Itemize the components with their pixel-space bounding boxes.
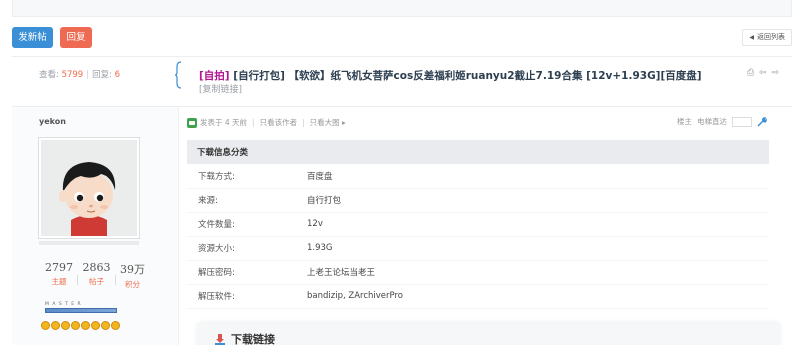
replies-count: 6 [114,70,121,80]
table-row: 解压软件: bandizip, ZArchiverPro [187,284,769,309]
stat-divider [77,275,79,285]
download-link-box: 下载链接 [197,322,780,345]
only-images-link[interactable]: 只看大图 ▸ [310,117,346,128]
floor-jump-label: 电梯直达 [697,117,727,126]
row-value: 自行打包 [293,188,769,213]
post-content: 发表于 4 天前 | 只看该作者 | 只看大图 ▸ 楼主 电梯直达 下载信息分类… [180,107,792,345]
meta-separator: | [302,118,305,127]
brace-icon [174,61,182,89]
title-tag[interactable]: [自拍] [199,70,230,82]
top-strip [12,0,792,17]
stat-points-value: 39万 [120,263,145,276]
author-name[interactable]: yekon [39,117,66,126]
post: yekon 2797 主题 2863 帖子 39万 积分 M A S T E R… [12,106,792,345]
stats-separator: | [86,70,90,80]
avatar-cartoon-icon [41,140,137,236]
table-row: 下载方式: 百度盘 [187,164,769,189]
views-label: 查看: [39,70,59,80]
post-meta: 发表于 4 天前 | 只看该作者 | 只看大图 ▸ [187,117,346,128]
replies-label: 回复: [92,70,112,80]
medal-icon[interactable] [101,321,110,330]
author-sidebar: yekon 2797 主题 2863 帖子 39万 积分 M A S T E R [12,107,179,345]
row-key: 解压密码: [187,260,293,285]
meta-separator: | [252,118,255,127]
back-to-list-button[interactable]: ◀ 返回列表 [742,29,792,46]
row-value: bandizip, ZArchiverPro [293,284,769,309]
only-author-link[interactable]: 只看该作者 [260,117,298,128]
table-row: 来源: 自行打包 [187,188,769,213]
download-info-header: 下载信息分类 [187,140,769,164]
row-key: 文件数量: [187,212,293,237]
download-link-label: 下载链接 [231,333,275,345]
stat-posts-label: 帖子 [89,277,104,286]
row-key: 下载方式: [187,164,293,189]
title-text: [自行打包] 【软欲】纸飞机女菩萨cos反差福利姬ruanyu2截止7.19合集… [229,70,702,82]
row-key: 解压软件: [187,284,293,309]
stat-points-label: 积分 [125,280,140,289]
new-post-button[interactable]: 发新帖 [12,27,53,48]
row-value: 上老王论坛当老王 [293,260,769,285]
table-row: 解压密码: 上老王论坛当老王 [187,260,769,285]
stat-threads[interactable]: 2797 主题 [45,261,73,290]
medal-icon[interactable] [111,321,120,330]
posted-time: 发表于 4 天前 [200,118,248,127]
row-key: 来源: [187,188,293,213]
floor-label: 楼主 [677,117,692,126]
online-status-icon [187,117,197,128]
stat-posts-value: 2863 [82,261,111,274]
download-link-title: 下载链接 [215,331,275,345]
row-key: 资源大小: [187,236,293,261]
download-info-table: 下载信息分类 下载方式: 百度盘 来源: 自行打包 文件数量: 12v 资源大小: 1.… [187,140,769,309]
thread-stats: 查看: 5799 | 回复: 6 [39,68,120,80]
row-value: 1.93G [293,236,769,261]
views-count: 5799 [61,70,84,80]
stat-divider [114,275,116,285]
reply-button[interactable]: 回复 [60,27,92,48]
title-tool-icons[interactable]: ⎙ ⇦ ⇨ [747,68,780,78]
author-stats: 2797 主题 2863 帖子 39万 积分 [45,261,145,290]
stat-posts[interactable]: 2863 帖子 [83,261,111,290]
back-to-list-label: 返回列表 [757,33,785,41]
rank-title: M A S T E R [45,302,82,307]
stat-threads-label: 主题 [51,277,67,286]
avatar-underline [39,241,139,245]
download-icon [215,333,225,345]
medal-row [41,321,120,330]
medal-icon[interactable] [71,321,80,330]
stat-points[interactable]: 39万 积分 [120,261,145,290]
medal-icon[interactable] [91,321,100,330]
wrench-icon[interactable] [757,116,767,127]
floor-nav: 楼主 电梯直达 [677,116,767,127]
avatar[interactable] [39,138,139,238]
copy-link[interactable]: [复制链接] [199,82,242,95]
medal-icon[interactable] [81,321,90,330]
stat-threads-value: 2797 [45,261,73,274]
table-row: 文件数量: 12v [187,212,769,237]
row-value: 12v [293,212,769,237]
medal-icon[interactable] [51,321,60,330]
back-triangle-icon: ◀ [749,34,754,41]
row-value: 百度盘 [293,164,769,189]
thread-header: 查看: 5799 | 回复: 6 [自拍] [自行打包] 【软欲】纸飞机女菩萨cos… [12,56,792,102]
rank-bar [45,308,117,313]
thread-title[interactable]: [自拍] [自行打包] 【软欲】纸飞机女菩萨cos反差福利姬ruanyu2截止7… [199,68,702,83]
table-row: 资源大小: 1.93G [187,236,769,261]
medal-icon[interactable] [61,321,70,330]
medal-icon[interactable] [41,321,50,330]
floor-jump-input[interactable] [732,116,752,127]
